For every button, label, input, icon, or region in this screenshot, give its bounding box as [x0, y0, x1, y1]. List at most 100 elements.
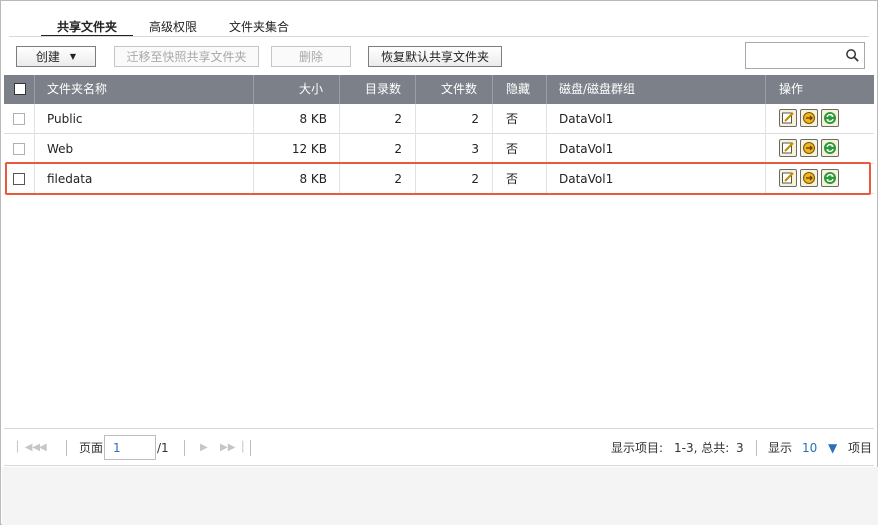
edit-permissions-button[interactable] [800, 139, 818, 157]
permission-icon [803, 112, 815, 124]
volume-name: DataVol1 [559, 172, 614, 186]
edit-permissions-button[interactable] [800, 169, 818, 187]
row-checkbox[interactable] [13, 113, 25, 125]
header-hidden[interactable]: 隐藏 [506, 75, 530, 104]
delete-button[interactable]: 删除 [271, 46, 351, 67]
column-separator [34, 75, 35, 104]
column-separator [34, 104, 35, 134]
header-action: 操作 [779, 82, 804, 96]
hidden-value: 否 [506, 172, 519, 186]
column-separator [546, 75, 547, 104]
prev-page-icon[interactable]: ◀ [39, 429, 47, 467]
header-folder-name[interactable]: 文件夹名称 [47, 75, 107, 104]
last-page-icon[interactable]: ▶▶▕ [220, 429, 243, 467]
page-number-input[interactable] [104, 435, 156, 460]
edit-icon [782, 142, 794, 154]
header-directory-count[interactable]: 目录数 [339, 75, 401, 104]
column-separator [765, 134, 766, 164]
edit-icon [782, 172, 794, 184]
folder-size: 8 KB [299, 172, 327, 186]
tab-folder-aggregation[interactable]: 文件夹集合 [213, 11, 305, 37]
hidden-value: 否 [506, 142, 519, 156]
page-label: 页面 [79, 441, 104, 455]
file-count: 3 [471, 142, 479, 156]
table-header: 文件夹名称 大小 目录数 文件数 隐藏 磁盘/磁盘群组 操作 [4, 75, 874, 104]
search-input[interactable] [745, 42, 865, 69]
tab-shared-folders[interactable]: 共享文件夹 [41, 11, 134, 37]
volume-name: DataVol1 [559, 112, 614, 126]
refresh-button[interactable] [821, 169, 839, 187]
pagination-bar: ▏◀◀ ◀ 页面 /1 ▶ ▶▶▕ 显示项目: 1-3, 总共: 3 显示 10… [4, 428, 874, 466]
show-label: 显示 [768, 441, 793, 455]
table-row[interactable]: Web 12 KB 2 3 否 DataVol1 [4, 134, 874, 164]
row-checkbox[interactable] [13, 173, 25, 185]
table-row[interactable]: Public 8 KB 2 2 否 DataVol1 [4, 104, 874, 134]
header-size[interactable]: 大小 [253, 75, 323, 104]
per-page-select[interactable]: 10 [802, 429, 817, 467]
caret-down-icon: ▼ [69, 52, 77, 61]
refresh-button[interactable] [821, 109, 839, 127]
page-total: /1 [157, 441, 169, 455]
header-volume[interactable]: 磁盘/磁盘群组 [559, 75, 635, 104]
column-separator [492, 134, 493, 164]
select-all-checkbox[interactable] [14, 83, 26, 95]
row-checkbox[interactable] [13, 143, 25, 155]
column-separator [765, 104, 766, 134]
divider [756, 440, 757, 456]
edit-icon [782, 112, 794, 124]
directory-count: 2 [394, 142, 402, 156]
permission-icon [803, 172, 815, 184]
shared-folder-table: 文件夹名称 大小 目录数 文件数 隐藏 磁盘/磁盘群组 操作 Public 8 … [4, 75, 874, 194]
tab-divider [9, 36, 869, 37]
folder-name: Public [47, 112, 83, 126]
edit-permissions-button[interactable] [800, 109, 818, 127]
migrate-to-snapshot-button[interactable]: 迁移至快照共享文件夹 [114, 46, 259, 67]
file-count: 2 [471, 112, 479, 126]
column-separator [765, 164, 766, 194]
table-row[interactable]: filedata 8 KB 2 2 否 DataVol1 [4, 164, 874, 194]
folder-size: 12 KB [291, 142, 327, 156]
tab-advanced-permissions[interactable]: 高级权限 [133, 11, 213, 37]
column-separator [492, 164, 493, 194]
column-separator [546, 134, 547, 164]
column-separator [546, 104, 547, 134]
header-file-count[interactable]: 文件数 [415, 75, 477, 104]
create-button-label: 创建 [35, 50, 60, 64]
divider [184, 440, 185, 456]
divider [66, 440, 67, 456]
row-actions [779, 109, 839, 127]
folder-size: 8 KB [299, 112, 327, 126]
footer-area [2, 467, 878, 525]
folder-name: Web [47, 142, 74, 156]
edit-properties-button[interactable] [779, 169, 797, 187]
next-page-icon[interactable]: ▶ [200, 429, 208, 467]
refresh-button[interactable] [821, 139, 839, 157]
edit-properties-button[interactable] [779, 109, 797, 127]
restore-default-folders-button[interactable]: 恢复默认共享文件夹 [368, 46, 502, 67]
directory-count: 2 [394, 172, 402, 186]
first-page-icon[interactable]: ▏◀◀ [17, 429, 40, 467]
search-icon[interactable] [845, 48, 860, 63]
tab-bar: 共享文件夹 高级权限 文件夹集合 [41, 11, 305, 37]
volume-name: DataVol1 [559, 142, 614, 156]
folder-name: filedata [47, 172, 93, 186]
column-separator [34, 164, 35, 194]
edit-properties-button[interactable] [779, 139, 797, 157]
chevron-down-icon[interactable]: ▼ [828, 429, 837, 467]
column-separator [34, 134, 35, 164]
row-actions [779, 139, 839, 157]
items-range: 1-3, 总共: [674, 441, 730, 455]
hidden-value: 否 [506, 112, 519, 126]
column-separator [765, 75, 766, 104]
refresh-icon [824, 172, 836, 184]
column-separator [492, 104, 493, 134]
row-actions [779, 169, 839, 187]
column-separator [492, 75, 493, 104]
create-button[interactable]: 创建 ▼ [16, 46, 96, 67]
app-window: 共享文件夹 高级权限 文件夹集合 创建 ▼ 迁移至快照共享文件夹 删除 恢复默认… [0, 0, 878, 525]
divider [250, 440, 251, 456]
directory-count: 2 [394, 112, 402, 126]
refresh-icon [824, 142, 836, 154]
items-total: 3 [736, 441, 744, 455]
items-label: 项目 [848, 441, 873, 455]
